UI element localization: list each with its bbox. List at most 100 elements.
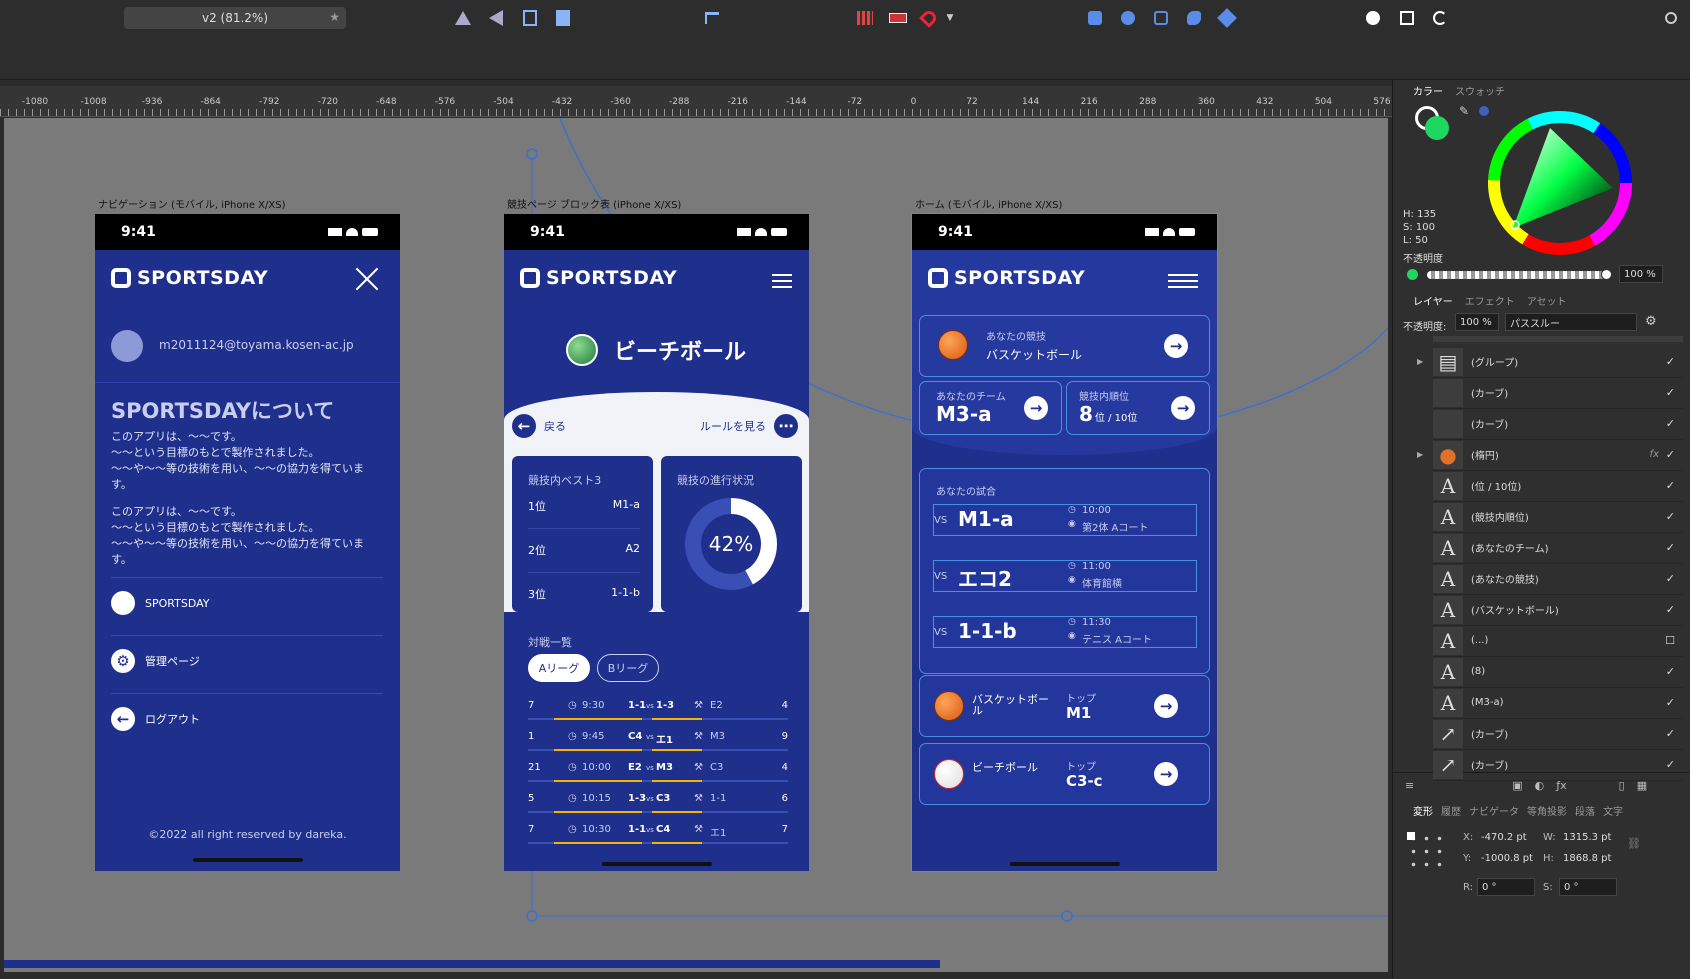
visibility-checkbox[interactable]: ✓: [1666, 727, 1675, 740]
layer-row[interactable]: A (競技内順位) ✓: [1433, 501, 1683, 533]
expand-chevron-icon[interactable]: ▶: [1417, 450, 1423, 459]
layer-row[interactable]: ▶ ▤ (グループ) ✓: [1417, 346, 1683, 378]
visibility-checkbox[interactable]: ✓: [1666, 386, 1675, 399]
tab-color[interactable]: カラー: [1413, 83, 1443, 98]
nav-link-admin[interactable]: ⚙ 管理ページ: [111, 649, 200, 673]
sport-card[interactable]: ビーチボール トップ C3-c →: [919, 743, 1210, 805]
tab-history[interactable]: 履歴: [1441, 803, 1461, 818]
grid-button[interactable]: [854, 8, 876, 28]
user-button[interactable]: [1660, 8, 1682, 28]
arrow-right-icon[interactable]: →: [1024, 396, 1048, 420]
boolean-divide-button[interactable]: [1216, 8, 1238, 28]
tab-assets[interactable]: アセット: [1527, 293, 1567, 308]
tab-isometric[interactable]: 等角投影: [1527, 803, 1567, 818]
layer-row[interactable]: ↗ (カーブ) ✓: [1433, 749, 1683, 781]
artboard-label-sport[interactable]: 競技ページ ブロック表 (iPhone X/XS): [507, 196, 681, 211]
menu-icon[interactable]: [1168, 274, 1198, 288]
artboard-label-home[interactable]: ホーム (モバイル, iPhone X/XS): [915, 196, 1062, 211]
nav-link-logout[interactable]: ← ログアウト: [111, 707, 200, 731]
layer-row[interactable]: (カーブ) ✓: [1433, 408, 1683, 440]
tab-layers[interactable]: レイヤー: [1413, 293, 1453, 308]
sport-card[interactable]: バスケットボール トップ M1 →: [919, 675, 1210, 737]
layer-row[interactable]: A (M3-a) ✓: [1433, 687, 1683, 719]
shear-input[interactable]: 0 °: [1559, 878, 1617, 896]
arrange-front-button[interactable]: [552, 8, 574, 28]
boolean-add-button[interactable]: [1084, 8, 1106, 28]
opacity-slider[interactable]: [1427, 269, 1612, 280]
match-row[interactable]: 7 ◷ 9:30 1-1 vs 1-3 ⚒ E2 4: [528, 700, 788, 720]
eyedropper-icon[interactable]: ✎: [1459, 104, 1469, 118]
x-input[interactable]: -470.2 pt: [1477, 828, 1535, 846]
brand-logo[interactable]: SPORTSDAY: [111, 267, 268, 289]
menu-icon[interactable]: [772, 274, 792, 288]
w-input[interactable]: 1315.3 pt: [1559, 828, 1619, 846]
arrow-right-icon[interactable]: →: [1171, 396, 1195, 420]
visibility-checkbox[interactable]: ✓: [1666, 510, 1675, 523]
anchor-point-selector[interactable]: [1407, 832, 1445, 870]
tab-transform[interactable]: 変形: [1413, 803, 1433, 818]
brand-logo[interactable]: SPORTSDAY: [928, 267, 1085, 289]
game-row[interactable]: VS M1-a ◷ 10:00 ◉ 第2体 Aコート: [933, 504, 1197, 536]
flip-vertical-button[interactable]: [485, 8, 507, 28]
design-canvas[interactable]: ナビゲーション (モバイル, iPhone X/XS) 9:41 SPORTSD…: [4, 118, 1388, 972]
visibility-checkbox[interactable]: ✓: [1666, 603, 1675, 616]
visibility-checkbox[interactable]: ✓: [1666, 665, 1675, 678]
layer-row[interactable]: A (...) ☐: [1433, 625, 1683, 657]
insert-pie-button[interactable]: [1429, 8, 1451, 28]
gear-icon[interactable]: ⚙: [1645, 314, 1657, 329]
visibility-checkbox[interactable]: ☐: [1665, 634, 1675, 647]
arrow-right-icon[interactable]: →: [1154, 694, 1178, 718]
arrow-right-icon[interactable]: →: [1154, 762, 1178, 786]
selection-handle[interactable]: [526, 148, 538, 160]
game-row[interactable]: VS エコ2 ◷ 11:00 ◉ 体育館横: [933, 560, 1197, 592]
layer-row[interactable]: ↗ (カーブ) ✓: [1433, 718, 1683, 750]
tab-navigator[interactable]: ナビゲータ: [1469, 803, 1519, 818]
layer-row[interactable]: A (位 / 10位) ✓: [1433, 470, 1683, 502]
layer-row[interactable]: A (あなたのチーム) ✓: [1433, 532, 1683, 564]
visibility-checkbox[interactable]: ✓: [1666, 572, 1675, 585]
back-button[interactable]: ← 戻る: [512, 414, 566, 438]
layer-row[interactable]: A (あなたの競技) ✓: [1433, 563, 1683, 595]
arrow-right-icon[interactable]: →: [1164, 334, 1188, 358]
boolean-xor-button[interactable]: [1183, 8, 1205, 28]
opacity-input[interactable]: 100 %: [1619, 265, 1663, 283]
arrange-back-button[interactable]: [519, 8, 541, 28]
opacity-slider-thumb[interactable]: [1601, 269, 1612, 280]
game-row[interactable]: VS 1-1-b ◷ 11:30 ◉ テニス Aコート: [933, 616, 1197, 648]
tab-paragraph[interactable]: 段落: [1575, 803, 1595, 818]
nav-link-github[interactable]: SPORTSDAY: [111, 591, 210, 615]
rules-button[interactable]: ルールを見る ⋯: [700, 414, 798, 438]
layer-row-partial[interactable]: [1433, 336, 1683, 342]
blend-mode-select[interactable]: パススルー: [1505, 313, 1637, 331]
star-icon[interactable]: ★: [329, 10, 340, 24]
tab-effects[interactable]: エフェクト: [1465, 293, 1515, 308]
visibility-checkbox[interactable]: ✓: [1666, 541, 1675, 554]
link-icon[interactable]: ⛓: [1627, 837, 1641, 850]
boolean-intersect-button[interactable]: [1150, 8, 1172, 28]
artboard-sport-page[interactable]: 9:41 SPORTSDAY ビーチボール ← 戻る ルールを見る ⋯ 競技内ベスト…: [504, 214, 809, 871]
layer-row[interactable]: ▶ ● (楕円) fx ✓: [1417, 439, 1683, 471]
tab-swatches[interactable]: スウォッチ: [1455, 83, 1505, 98]
document-tab[interactable]: v2 (81.2%) ★: [124, 7, 346, 29]
tab-character[interactable]: 文字: [1603, 803, 1623, 818]
visibility-checkbox[interactable]: ✓: [1666, 448, 1675, 461]
layer-row[interactable]: A (バスケットボール) ✓: [1433, 594, 1683, 626]
insert-frame-button[interactable]: [1396, 8, 1418, 28]
close-icon[interactable]: [355, 267, 379, 291]
align-button[interactable]: [701, 8, 723, 28]
snapping-dropdown[interactable]: ▼: [944, 8, 956, 28]
your-team-card[interactable]: あなたのチーム M3-a →: [919, 381, 1062, 435]
layer-row[interactable]: (カーブ) ✓: [1433, 377, 1683, 409]
layers-stack-icon[interactable]: ≡: [1405, 779, 1414, 792]
match-row[interactable]: 21 ◷ 10:00 E2 vs M3 ⚒ C3 4: [528, 762, 788, 782]
match-row[interactable]: 5 ◷ 10:15 1-3 vs C3 ⚒ 1-1 6: [528, 793, 788, 813]
selection-handle[interactable]: [526, 910, 538, 922]
expand-chevron-icon[interactable]: ▶: [1417, 357, 1423, 366]
fill-swatch[interactable]: [1425, 116, 1449, 140]
visibility-checkbox[interactable]: ✓: [1666, 417, 1675, 430]
artboard-home[interactable]: 9:41 SPORTSDAY あなたの競技 バスケットボール → あなたのチーム…: [911, 213, 1218, 872]
insert-shape-button[interactable]: [1362, 8, 1384, 28]
boolean-subtract-button[interactable]: [1117, 8, 1139, 28]
horizontal-ruler[interactable]: -1080 -1008 -936 -864 -792 -720 -648 -576 -504 -4…: [0, 86, 1392, 117]
color-wheel[interactable]: [1485, 108, 1635, 258]
